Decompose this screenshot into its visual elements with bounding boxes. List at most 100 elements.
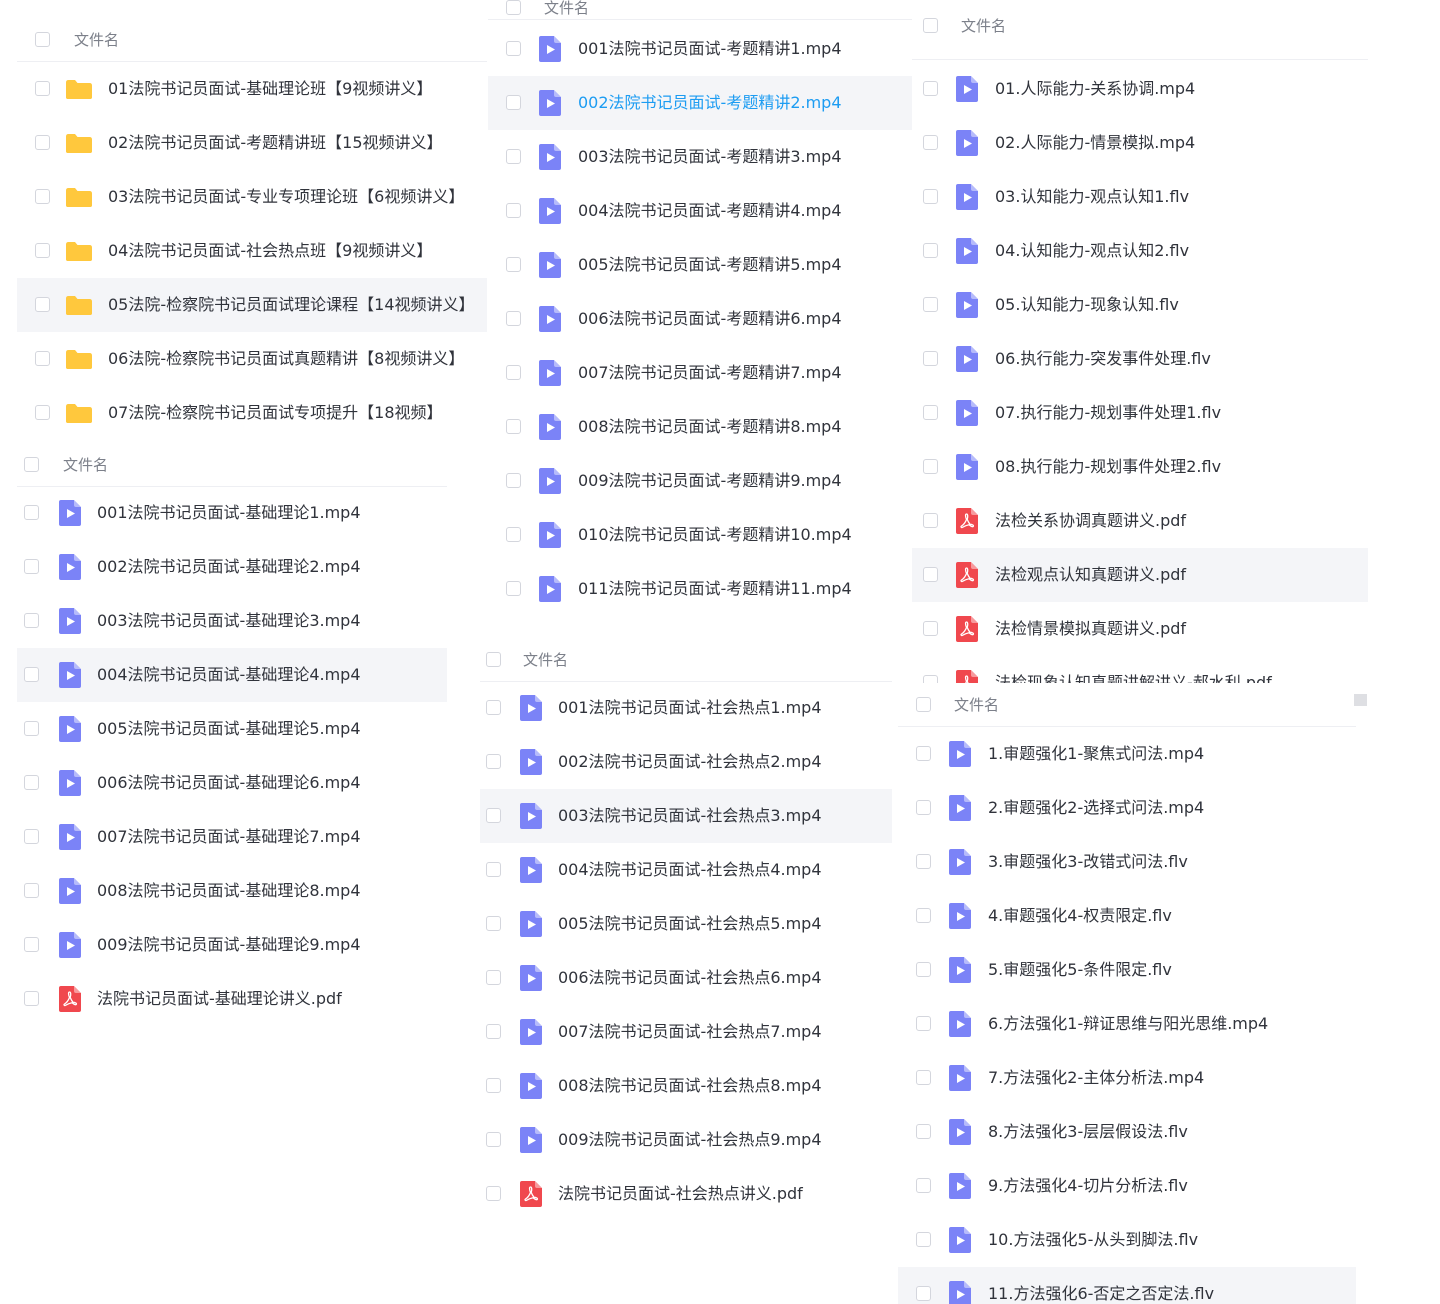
column-header-filename[interactable]: 文件名 xyxy=(954,683,999,727)
file-row[interactable]: 002法院书记员面试-考题精讲2.mp4 xyxy=(488,76,948,130)
row-checkbox[interactable] xyxy=(35,405,50,420)
file-name[interactable]: 06.执行能力-突发事件处理.flv xyxy=(995,332,1211,386)
row-checkbox[interactable] xyxy=(35,243,50,258)
row-checkbox[interactable] xyxy=(486,916,501,931)
folder-name[interactable]: 04法院书记员面试-社会热点班【9视频讲义】 xyxy=(108,224,432,278)
file-row[interactable]: 05.认知能力-现象认知.flv xyxy=(912,278,1368,332)
file-name[interactable]: 5.审题强化5-条件限定.flv xyxy=(988,943,1172,997)
file-name[interactable]: 法检情景模拟真题讲义.pdf xyxy=(995,602,1186,656)
row-checkbox[interactable] xyxy=(486,754,501,769)
file-name[interactable]: 007法院书记员面试-社会热点7.mp4 xyxy=(558,1005,822,1059)
file-name[interactable]: 005法院书记员面试-基础理论5.mp4 xyxy=(97,702,361,756)
column-header-filename[interactable]: 文件名 xyxy=(523,638,568,682)
file-name[interactable]: 002法院书记员面试-基础理论2.mp4 xyxy=(97,540,361,594)
row-checkbox[interactable] xyxy=(486,1186,501,1201)
file-name[interactable]: 001法院书记员面试-社会热点1.mp4 xyxy=(558,681,822,735)
file-name[interactable]: 008法院书记员面试-考题精讲8.mp4 xyxy=(578,400,842,454)
row-checkbox[interactable] xyxy=(24,883,39,898)
file-name[interactable]: 07.执行能力-规划事件处理1.flv xyxy=(995,386,1221,440)
row-checkbox[interactable] xyxy=(916,800,931,815)
row-checkbox[interactable] xyxy=(486,700,501,715)
file-row[interactable]: 004法院书记员面试-基础理论4.mp4 xyxy=(17,648,447,702)
folder-name[interactable]: 02法院书记员面试-考题精讲班【15视频讲义】 xyxy=(108,116,443,170)
folder-row[interactable]: 03法院书记员面试-专业专项理论班【6视频讲义】 xyxy=(17,170,487,224)
file-row[interactable]: 007法院书记员面试-考题精讲7.mp4 xyxy=(488,346,948,400)
file-name[interactable]: 004法院书记员面试-考题精讲4.mp4 xyxy=(578,184,842,238)
file-name[interactable]: 004法院书记员面试-基础理论4.mp4 xyxy=(97,648,361,702)
row-checkbox[interactable] xyxy=(916,854,931,869)
file-name[interactable]: 004法院书记员面试-社会热点4.mp4 xyxy=(558,843,822,897)
file-name[interactable]: 008法院书记员面试-社会热点8.mp4 xyxy=(558,1059,822,1113)
file-name[interactable]: 006法院书记员面试-基础理论6.mp4 xyxy=(97,756,361,810)
select-all-checkbox[interactable] xyxy=(916,697,931,712)
file-row[interactable]: 07.执行能力-规划事件处理1.flv xyxy=(912,386,1368,440)
row-checkbox[interactable] xyxy=(923,81,938,96)
row-checkbox[interactable] xyxy=(923,621,938,636)
scrollbar-thumb[interactable] xyxy=(1354,694,1367,706)
row-checkbox[interactable] xyxy=(486,1132,501,1147)
row-checkbox[interactable] xyxy=(24,937,39,952)
row-checkbox[interactable] xyxy=(923,567,938,582)
row-checkbox[interactable] xyxy=(923,513,938,528)
row-checkbox[interactable] xyxy=(923,405,938,420)
file-row[interactable]: 4.审题强化4-权责限定.flv xyxy=(898,889,1356,943)
file-name[interactable]: 8.方法强化3-层层假设法.flv xyxy=(988,1105,1188,1159)
file-name[interactable]: 009法院书记员面试-社会热点9.mp4 xyxy=(558,1113,822,1167)
file-row[interactable]: 06.执行能力-突发事件处理.flv xyxy=(912,332,1368,386)
folder-name[interactable]: 07法院-检察院书记员面试专项提升【18视频】 xyxy=(108,386,443,440)
file-row[interactable]: 009法院书记员面试-社会热点9.mp4 xyxy=(480,1113,892,1167)
row-checkbox[interactable] xyxy=(923,297,938,312)
row-checkbox[interactable] xyxy=(24,505,39,520)
file-name[interactable]: 2.审题强化2-选择式问法.mp4 xyxy=(988,781,1204,835)
file-name[interactable]: 001法院书记员面试-基础理论1.mp4 xyxy=(97,486,361,540)
file-name[interactable]: 003法院书记员面试-考题精讲3.mp4 xyxy=(578,130,842,184)
file-row[interactable]: 009法院书记员面试-基础理论9.mp4 xyxy=(17,918,447,972)
file-row[interactable]: 02.人际能力-情景模拟.mp4 xyxy=(912,116,1368,170)
select-all-checkbox[interactable] xyxy=(486,652,501,667)
row-checkbox[interactable] xyxy=(916,1232,931,1247)
row-checkbox[interactable] xyxy=(506,311,521,326)
folder-name[interactable]: 06法院-检察院书记员面试真题精讲【8视频讲义】 xyxy=(108,332,464,386)
row-checkbox[interactable] xyxy=(916,962,931,977)
column-header-filename[interactable]: 文件名 xyxy=(63,443,108,487)
folder-row[interactable]: 02法院书记员面试-考题精讲班【15视频讲义】 xyxy=(17,116,487,170)
file-row[interactable]: 01.人际能力-关系协调.mp4 xyxy=(912,62,1368,116)
file-row[interactable]: 10.方法强化5-从头到脚法.flv xyxy=(898,1213,1356,1267)
row-checkbox[interactable] xyxy=(923,243,938,258)
file-name[interactable]: 08.执行能力-规划事件处理2.flv xyxy=(995,440,1221,494)
row-checkbox[interactable] xyxy=(506,473,521,488)
folder-name[interactable]: 05法院-检察院书记员面试理论课程【14视频讲义】 xyxy=(108,278,475,332)
row-checkbox[interactable] xyxy=(24,775,39,790)
file-name[interactable]: 009法院书记员面试-基础理论9.mp4 xyxy=(97,918,361,972)
file-row[interactable]: 7.方法强化2-主体分析法.mp4 xyxy=(898,1051,1356,1105)
row-checkbox[interactable] xyxy=(35,81,50,96)
file-row[interactable]: 04.认知能力-观点认知2.flv xyxy=(912,224,1368,278)
select-all-checkbox[interactable] xyxy=(506,0,521,15)
file-row[interactable]: 法检关系协调真题讲义.pdf xyxy=(912,494,1368,548)
file-row[interactable]: 法检观点认知真题讲义.pdf xyxy=(912,548,1368,602)
folder-row[interactable]: 01法院书记员面试-基础理论班【9视频讲义】 xyxy=(17,62,487,116)
file-name[interactable]: 6.方法强化1-辩证思维与阳光思维.mp4 xyxy=(988,997,1268,1051)
file-name[interactable]: 法院书记员面试-基础理论讲义.pdf xyxy=(97,972,342,1026)
file-row[interactable]: 007法院书记员面试-社会热点7.mp4 xyxy=(480,1005,892,1059)
file-row[interactable]: 法检情景模拟真题讲义.pdf xyxy=(912,602,1368,656)
folder-name[interactable]: 01法院书记员面试-基础理论班【9视频讲义】 xyxy=(108,62,432,116)
row-checkbox[interactable] xyxy=(916,746,931,761)
file-row[interactable]: 009法院书记员面试-考题精讲9.mp4 xyxy=(488,454,948,508)
row-checkbox[interactable] xyxy=(486,808,501,823)
file-row[interactable]: 008法院书记员面试-社会热点8.mp4 xyxy=(480,1059,892,1113)
row-checkbox[interactable] xyxy=(506,41,521,56)
file-row[interactable]: 008法院书记员面试-考题精讲8.mp4 xyxy=(488,400,948,454)
row-checkbox[interactable] xyxy=(916,1286,931,1301)
file-name[interactable]: 02.人际能力-情景模拟.mp4 xyxy=(995,116,1195,170)
file-row[interactable]: 8.方法强化3-层层假设法.flv xyxy=(898,1105,1356,1159)
file-name[interactable]: 9.方法强化4-切片分析法.flv xyxy=(988,1159,1188,1213)
row-checkbox[interactable] xyxy=(486,1024,501,1039)
file-name[interactable]: 001法院书记员面试-考题精讲1.mp4 xyxy=(578,22,842,76)
file-row[interactable]: 005法院书记员面试-基础理论5.mp4 xyxy=(17,702,447,756)
select-all-checkbox[interactable] xyxy=(24,457,39,472)
row-checkbox[interactable] xyxy=(24,613,39,628)
row-checkbox[interactable] xyxy=(486,862,501,877)
row-checkbox[interactable] xyxy=(506,527,521,542)
folder-name[interactable]: 03法院书记员面试-专业专项理论班【6视频讲义】 xyxy=(108,170,464,224)
